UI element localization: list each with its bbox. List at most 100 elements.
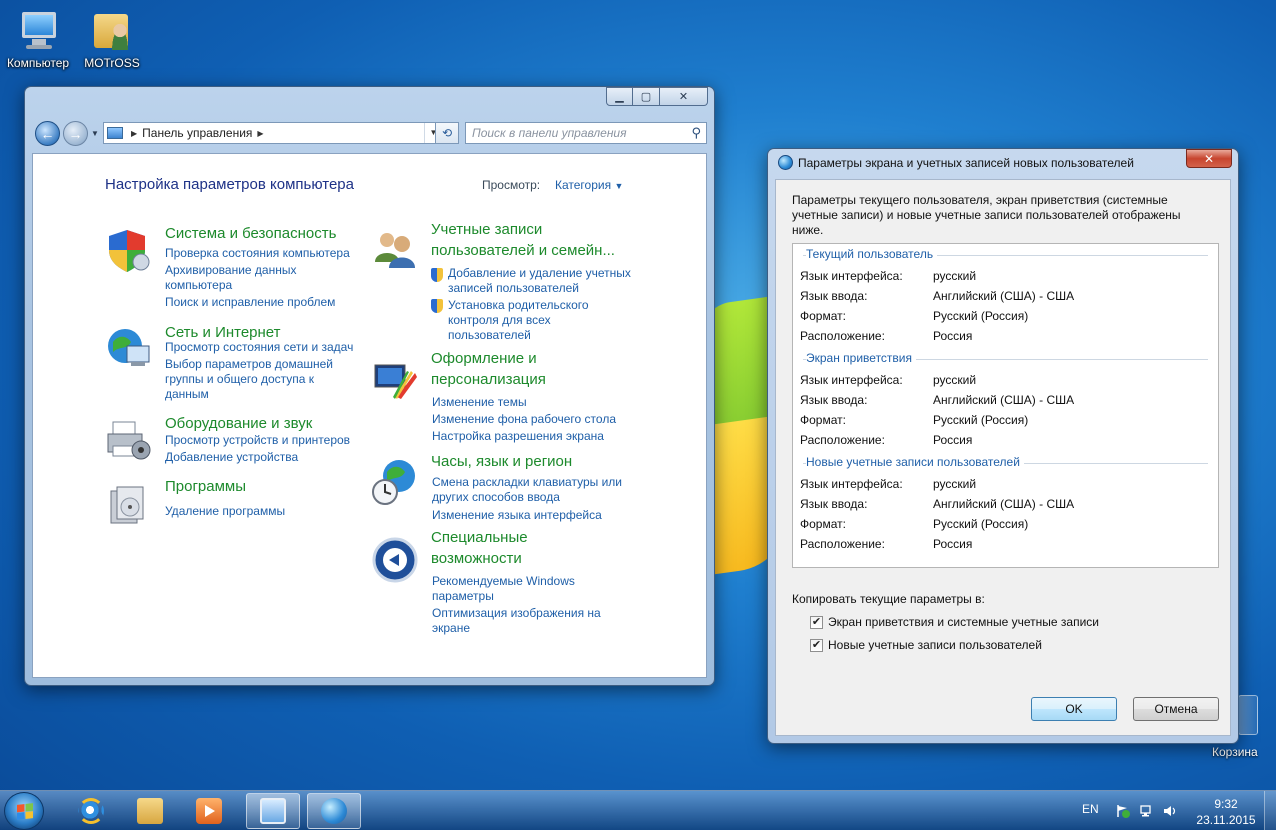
- link-add-device[interactable]: Добавление устройства: [165, 450, 298, 465]
- view-by-label: Просмотр:: [482, 178, 541, 192]
- search-placeholder: Поиск в панели управления: [472, 126, 627, 140]
- row-label: Язык интерфейса:: [800, 373, 903, 387]
- row-label: Язык ввода:: [800, 497, 868, 511]
- checkbox-welcome-screen[interactable]: ✔ Экран приветствия и системные учетные …: [810, 615, 1099, 629]
- breadcrumb-control-panel[interactable]: Панель управления: [142, 126, 252, 140]
- row-label: Расположение:: [800, 537, 885, 551]
- category-title[interactable]: Специальные возможности: [431, 527, 631, 569]
- language-indicator[interactable]: EN: [1082, 802, 1099, 830]
- link-network-status[interactable]: Просмотр состояния сети и задач: [165, 340, 353, 355]
- section-heading-welcome-screen: Экран приветствия: [806, 351, 917, 365]
- row-label: Расположение:: [800, 329, 885, 343]
- row-label: Язык интерфейса:: [800, 477, 903, 491]
- clock-globe-icon: [372, 460, 415, 505]
- minimize-button[interactable]: ▁: [606, 87, 633, 106]
- breadcrumb-arrow-icon[interactable]: ▶: [257, 129, 263, 138]
- row-value: Россия: [933, 537, 973, 551]
- users-icon: [375, 233, 415, 268]
- row-label: Язык ввода:: [800, 393, 868, 407]
- link-display-language[interactable]: Изменение языка интерфейса: [432, 508, 602, 523]
- checkbox-new-accounts[interactable]: ✔ Новые учетные записи пользователей: [810, 638, 1042, 652]
- cancel-button[interactable]: Отмена: [1133, 697, 1219, 721]
- shield-icon: [109, 230, 150, 272]
- row-value: Английский (США) - США: [933, 497, 1075, 511]
- desktop-icon-computer[interactable]: Компьютер: [1, 8, 75, 70]
- category-title[interactable]: Часы, язык и регион: [431, 451, 631, 472]
- chevron-down-icon: ▼: [614, 181, 624, 191]
- address-bar[interactable]: ▶ Панель управления ▶ ▼: [103, 122, 443, 144]
- link-troubleshoot[interactable]: Поиск и исправление проблем: [165, 295, 335, 310]
- settings-group-box: Текущий пользователь Язык интерфейса: ру…: [792, 243, 1219, 568]
- row-value: Русский (Россия): [933, 309, 1029, 323]
- recycle-bin-label[interactable]: Корзина: [1212, 745, 1258, 759]
- category-title[interactable]: Система и безопасность: [165, 223, 365, 244]
- page-title: Настройка параметров компьютера: [105, 176, 354, 193]
- link-screen-resolution[interactable]: Настройка разрешения экрана: [432, 429, 604, 444]
- row-value: Россия: [933, 329, 973, 343]
- link-check-computer-status[interactable]: Проверка состояния компьютера: [165, 246, 350, 261]
- ok-button[interactable]: OK: [1031, 697, 1117, 721]
- row-value: Русский (Россия): [933, 517, 1029, 531]
- start-button[interactable]: [4, 792, 44, 830]
- close-button[interactable]: ✕: [660, 87, 708, 106]
- globe-icon: [778, 155, 793, 170]
- link-devices-printers[interactable]: Просмотр устройств и принтеров: [165, 433, 350, 448]
- dialog-close-button[interactable]: ✕: [1186, 149, 1232, 168]
- desktop-icon-label: MOTrOSS: [84, 56, 140, 70]
- windows-flag-icon: [17, 803, 33, 820]
- desktop-icon-user-folder[interactable]: MOTrOSS: [75, 8, 149, 70]
- network-icon[interactable]: [1140, 804, 1154, 818]
- link-parental-controls[interactable]: Установка родительского контроля для все…: [448, 298, 589, 343]
- uac-shield-icon: [431, 299, 443, 313]
- link-uninstall-program[interactable]: Удаление программы: [165, 504, 285, 519]
- checkbox-checked-icon[interactable]: ✔: [810, 615, 823, 629]
- taskbar-region-settings[interactable]: [307, 793, 361, 829]
- breadcrumb-arrow-icon[interactable]: ▶: [131, 129, 137, 138]
- taskbar-explorer[interactable]: [123, 793, 177, 829]
- category-title[interactable]: Оформление и персонализация: [431, 348, 631, 390]
- taskbar-control-panel[interactable]: [246, 793, 300, 829]
- link-recommended-settings[interactable]: Рекомендуемые Windows параметры: [432, 574, 575, 604]
- programs-icon: [110, 486, 144, 524]
- category-title[interactable]: Программы: [165, 476, 365, 497]
- search-icon[interactable]: ⚲: [691, 125, 701, 141]
- view-by-dropdown[interactable]: Категория ▼: [555, 178, 623, 192]
- taskbar-internet-explorer[interactable]: [64, 793, 118, 829]
- dialog-body: Параметры текущего пользователя, экран п…: [775, 179, 1231, 736]
- link-add-remove-accounts[interactable]: Добавление и удаление учетных записей по…: [448, 266, 631, 296]
- link-homegroup-sharing[interactable]: Выбор параметров домашней группы и общег…: [165, 357, 333, 402]
- link-optimize-display[interactable]: Оптимизация изображения на экране: [432, 606, 601, 636]
- checkbox-label[interactable]: Экран приветствия и системные учетные за…: [828, 615, 1099, 629]
- internet-explorer-icon: [78, 798, 104, 824]
- row-label: Язык ввода:: [800, 289, 868, 303]
- link-change-theme[interactable]: Изменение темы: [432, 395, 527, 410]
- recent-pages-dropdown-icon[interactable]: ▼: [91, 129, 99, 138]
- link-change-wallpaper[interactable]: Изменение фона рабочего стола: [432, 412, 616, 427]
- forward-button[interactable]: →: [63, 121, 88, 146]
- region-settings-dialog: Параметры экрана и учетных записей новых…: [767, 148, 1239, 744]
- clock[interactable]: 9:32 23.11.2015: [1196, 796, 1256, 830]
- recycle-bin-icon[interactable]: [1238, 695, 1258, 735]
- accessibility-icon: [372, 537, 418, 583]
- volume-icon[interactable]: [1163, 804, 1177, 818]
- checkbox-label[interactable]: Новые учетные записи пользователей: [828, 638, 1042, 652]
- show-desktop-button[interactable]: [1264, 791, 1276, 830]
- checkbox-checked-icon[interactable]: ✔: [810, 638, 823, 652]
- action-center-flag-icon[interactable]: [1116, 804, 1130, 818]
- taskbar-media-player[interactable]: [182, 793, 236, 829]
- link-backup-data[interactable]: Архивирование данных компьютера: [165, 263, 296, 293]
- maximize-button[interactable]: ▢: [633, 87, 660, 106]
- category-title[interactable]: Учетные записи пользователей и семейн...: [431, 219, 641, 261]
- row-value: Русский (Россия): [933, 413, 1029, 427]
- search-input[interactable]: Поиск в панели управления ⚲: [465, 122, 707, 144]
- clock-time: 9:32: [1214, 797, 1238, 811]
- category-title[interactable]: Оборудование и звук: [165, 413, 365, 434]
- control-panel-content: Настройка параметров компьютера Просмотр…: [32, 153, 707, 678]
- link-keyboard-layout[interactable]: Смена раскладки клавиатуры или других сп…: [432, 475, 622, 505]
- folder-icon: [137, 798, 163, 824]
- row-value: русский: [933, 269, 977, 283]
- refresh-button[interactable]: ⟲: [435, 122, 459, 144]
- taskbar: EN 9:32 23.11.2015: [0, 790, 1276, 830]
- back-button[interactable]: ←: [35, 121, 60, 146]
- row-label: Формат:: [800, 413, 846, 427]
